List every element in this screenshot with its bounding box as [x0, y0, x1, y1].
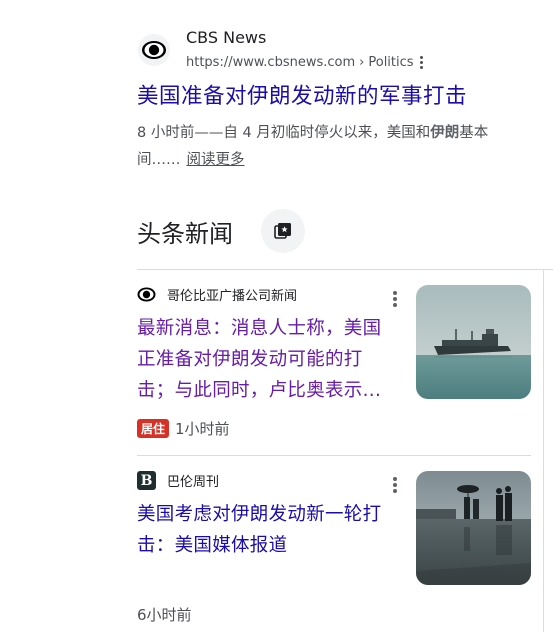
- stories-stack-icon: [274, 223, 291, 239]
- story-headline[interactable]: 美国考虑对伊朗发动新一轮打击：美国媒体报道: [137, 499, 399, 561]
- carousel-edge: [543, 270, 544, 632]
- site-url[interactable]: https://www.cbsnews.com › Politics: [186, 54, 423, 71]
- story-menu-icon[interactable]: [389, 287, 401, 311]
- breadcrumb: Politics: [368, 55, 414, 70]
- story-time: 6小时前: [137, 606, 192, 624]
- live-badge: 居住: [137, 419, 170, 438]
- breadcrumb-separator: ›: [359, 55, 365, 70]
- story-menu-icon[interactable]: [389, 473, 401, 497]
- result-snippet: 8 小时前——自 4 月初临时停火以来，美国和伊朗基本 间…… 阅读更多: [137, 120, 553, 174]
- story-source: 哥伦比亚广播公司新闻: [137, 285, 297, 304]
- story-card[interactable]: B 巴伦周刊 美国考虑对伊朗发动新一轮打击：美国媒体报道 6小时前: [137, 471, 533, 632]
- divider: [137, 455, 531, 456]
- story-source: B 巴伦周刊: [137, 471, 219, 490]
- story-card[interactable]: 哥伦比亚广播公司新闻 最新消息：消息人士称，美国正准备对伊朗发动可能的打击；与此…: [137, 285, 533, 445]
- story-headline[interactable]: 最新消息：消息人士称，美国正准备对伊朗发动可能的打击；与此同时，卢比奥表示...: [137, 313, 399, 406]
- story-thumbnail-officials[interactable]: [416, 471, 531, 585]
- source-name: 哥伦比亚广播公司新闻: [167, 289, 298, 304]
- story-time: 1小时前: [175, 420, 230, 438]
- source-name: 巴伦周刊: [167, 475, 220, 490]
- url-text: https://www.cbsnews.com: [186, 55, 356, 70]
- barrons-source-icon: B: [137, 471, 156, 490]
- snippet-bold: 伊朗: [430, 125, 460, 141]
- snippet-text: 8 小时前——自 4 月初临时停火以来，美国和: [137, 125, 431, 141]
- story-meta: 6小时前: [137, 604, 192, 625]
- cbs-eye-logo-icon[interactable]: [137, 33, 171, 67]
- site-name[interactable]: CBS News: [186, 28, 266, 47]
- snippet-line2: 间……: [137, 152, 181, 168]
- more-options-icon[interactable]: [419, 54, 423, 71]
- story-thumbnail-ship[interactable]: [416, 285, 531, 399]
- top-stories-button[interactable]: [261, 209, 305, 253]
- snippet-text-end: 基本: [459, 125, 489, 141]
- story-meta: 居住 1小时前: [137, 418, 230, 439]
- divider: [137, 269, 553, 270]
- cbs-source-icon: [137, 285, 156, 304]
- result-title-link[interactable]: 美国准备对伊朗发动新的军事打击: [137, 79, 467, 110]
- read-more-link[interactable]: 阅读更多: [187, 152, 245, 168]
- top-stories-heading: 头条新闻: [137, 220, 233, 248]
